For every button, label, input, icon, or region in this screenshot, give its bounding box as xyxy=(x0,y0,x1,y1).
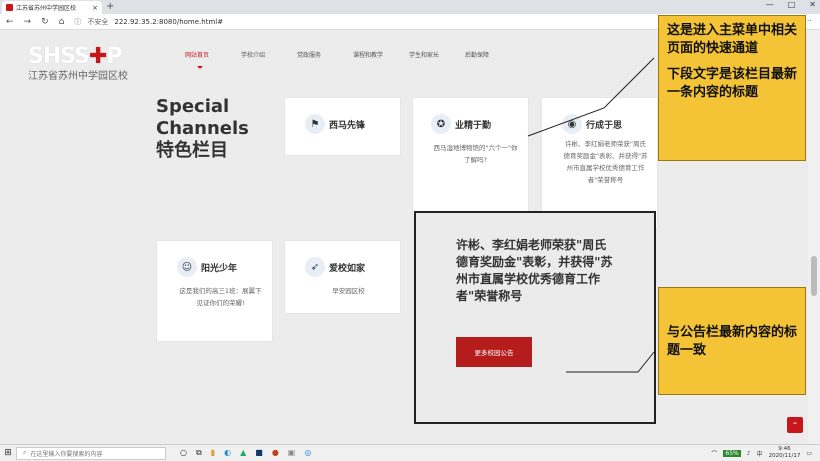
card-latest-title[interactable]: 早安园区校 xyxy=(305,285,392,297)
ime-icon[interactable]: 中 xyxy=(757,449,763,458)
browser-icon[interactable]: ◎ xyxy=(304,448,311,458)
tab-title: 江苏省苏州中学园区校 xyxy=(16,5,77,12)
close-window-button[interactable]: ✕ xyxy=(809,0,816,9)
section-title: Special Channels 特色栏目 xyxy=(156,96,249,162)
photos-icon[interactable]: ▣ xyxy=(288,448,296,458)
annotation-callout-top: 这是进入主菜单中相关页面的快速通道 下段文字是该栏目最新一条内容的标题 xyxy=(658,15,806,161)
card-latest-title[interactable]: 这是我们的高三1班：展翼下见证你们的荣耀! xyxy=(177,285,264,309)
card-title: 阳光少年 xyxy=(201,263,238,274)
tab-close-icon[interactable]: × xyxy=(92,4,98,12)
taskbar-apps: ○ ⧉ ▮ ◐ ▲ ■ ● ▣ ◎ xyxy=(180,448,311,458)
annotation-callout-bottom: 与公告栏最新内容的标题一致 xyxy=(658,287,806,395)
info-icon[interactable]: ⓘ xyxy=(74,17,81,27)
nav-item-about[interactable]: 学校介绍 xyxy=(241,50,297,59)
card-title: 行成于思 xyxy=(586,120,623,131)
site-favicon-icon xyxy=(6,4,13,11)
back-icon[interactable]: ← xyxy=(6,17,14,27)
taskbar-search[interactable]: ⌕ 在这里输入你要搜索的内容 xyxy=(16,446,166,460)
windows-start-icon[interactable]: ⊞ xyxy=(0,448,16,458)
section-title-en-1: Special xyxy=(156,96,230,117)
medal-icon: ✪ xyxy=(431,114,451,134)
logo-plus-icon: ✚ xyxy=(88,44,107,69)
channel-card-yangguangshaonian[interactable]: ☺ 阳光少年 这是我们的高三1班：展翼下见证你们的荣耀! xyxy=(157,241,272,341)
notice-latest-title[interactable]: 许彬、李红娟老师荣获"周氏德育奖励金"表彰，并获得"苏州市直属学校优秀德育工作者… xyxy=(456,237,616,305)
card-latest-title[interactable]: 许彬、李红娟老师荣获"周氏德育奖励金"表彰、并获得"苏州市直属学校优秀德育工作者… xyxy=(562,138,649,186)
card-title: 西马先锋 xyxy=(329,120,366,131)
taskbar-search-placeholder: 在这里输入你要搜索的内容 xyxy=(30,450,103,458)
channel-card-aixiaorujia[interactable]: ➶ 爱校如家 早安园区校 xyxy=(285,241,400,313)
nav-item-courses[interactable]: 课程和教学 xyxy=(353,50,409,59)
task-view-icon[interactable]: ⧉ xyxy=(196,448,202,458)
powerpoint-icon[interactable]: ● xyxy=(272,448,279,458)
home-icon[interactable]: ⌂ xyxy=(59,17,65,27)
notification-icon[interactable]: ▭ xyxy=(806,450,812,457)
security-label: 不安全 xyxy=(87,17,109,26)
card-latest-title[interactable]: 西马湿地博物馆的"六个一"你了解吗? xyxy=(431,142,520,166)
network-icon[interactable]: ⌒ xyxy=(711,449,717,458)
nav-item-home[interactable]: 网站首页 xyxy=(185,50,241,69)
section-title-en-2: Channels xyxy=(156,118,249,139)
system-tray: ⌒ 65% ♪ 中 9:46 2020/11/17 ▭ xyxy=(711,446,812,460)
clock-time: 9:46 xyxy=(778,446,791,452)
badge-icon: ◉ xyxy=(562,114,582,134)
browser-tab-strip: 江苏省苏州中学园区校 × + — □ ✕ xyxy=(0,0,820,14)
minimize-button[interactable]: — xyxy=(766,0,774,9)
logo-text-cn: 江苏省苏州中学园区校 xyxy=(28,71,128,82)
annotation-text-3: 与公告栏最新内容的标题一致 xyxy=(667,325,798,358)
battery-indicator[interactable]: 65% xyxy=(723,449,741,457)
maximize-button[interactable]: □ xyxy=(788,0,796,9)
forward-icon[interactable]: → xyxy=(24,17,32,27)
edge-icon[interactable]: ◐ xyxy=(224,448,231,458)
notice-panel: 许彬、李红娟老师荣获"周氏德育奖励金"表彰，并获得"苏州市直属学校优秀德育工作者… xyxy=(414,211,656,424)
student-icon: ☺ xyxy=(177,257,197,277)
url-text[interactable]: 222.92.35.2:8080/home.html# xyxy=(114,18,223,26)
volume-icon[interactable]: ♪ xyxy=(747,450,751,457)
scrollbar-thumb[interactable] xyxy=(811,256,817,296)
nav-item-logistics[interactable]: 后勤保障 xyxy=(465,50,521,59)
rocket-icon: ➶ xyxy=(305,257,325,277)
search-icon: ⌕ xyxy=(23,449,27,456)
annotation-text-1: 这是进入主菜单中相关页面的快速通道 xyxy=(667,23,798,56)
annotation-text-2: 下段文字是该栏目最新一条内容的标题 xyxy=(667,67,798,100)
back-to-top-icon[interactable]: ⌃ xyxy=(787,417,803,433)
main-nav: 网站首页 学校介绍 党政服务 课程和教学 学生和家长 后勤保障 xyxy=(185,50,521,69)
clock-date: 2020/11/17 xyxy=(768,453,801,459)
channel-card-xingchengyusi[interactable]: ◉ 行成于思 许彬、李红娟老师荣获"周氏德育奖励金"表彰、并获得"苏州市直属学校优… xyxy=(542,98,657,228)
address-bar[interactable]: ⓘ 不安全 222.92.35.2:8080/home.html# xyxy=(74,17,223,27)
explorer-icon[interactable]: ▮ xyxy=(211,448,215,458)
site-logo[interactable]: SHSS✚P 江苏省苏州中学园区校 xyxy=(28,44,168,82)
channel-card-yejingyuqin[interactable]: ✪ 业精于勤 西马湿地博物馆的"六个一"你了解吗? xyxy=(413,98,528,215)
cortana-icon[interactable]: ○ xyxy=(180,448,187,458)
page-scrollbar[interactable] xyxy=(808,30,820,444)
clock[interactable]: 9:46 2020/11/17 xyxy=(769,446,801,460)
nav-item-students[interactable]: 学生和家长 xyxy=(409,50,465,59)
photoshop-icon[interactable]: ■ xyxy=(255,448,263,458)
more-notices-button[interactable]: 更多校园公告 xyxy=(456,337,532,367)
card-title: 爱校如家 xyxy=(329,263,366,274)
new-tab-button[interactable]: + xyxy=(106,1,114,12)
card-title: 业精于勤 xyxy=(455,120,492,131)
channel-card-ximaxianfeng[interactable]: ⚑ 西马先锋 xyxy=(285,98,400,155)
nav-item-party[interactable]: 党政服务 xyxy=(297,50,353,59)
section-title-cn: 特色栏目 xyxy=(156,140,228,161)
app-icon-14[interactable]: ▲ xyxy=(240,448,246,458)
os-taskbar: ⊞ ⌕ 在这里输入你要搜索的内容 ○ ⧉ ▮ ◐ ▲ ■ ● ▣ ◎ ⌒ 65%… xyxy=(0,444,820,461)
flag-icon: ⚑ xyxy=(305,114,325,134)
logo-text-en: SHSS xyxy=(28,44,90,69)
reload-icon[interactable]: ↻ xyxy=(41,17,49,27)
window-controls: — □ ✕ xyxy=(766,0,816,9)
browser-tab[interactable]: 江苏省苏州中学园区校 × xyxy=(2,1,102,14)
